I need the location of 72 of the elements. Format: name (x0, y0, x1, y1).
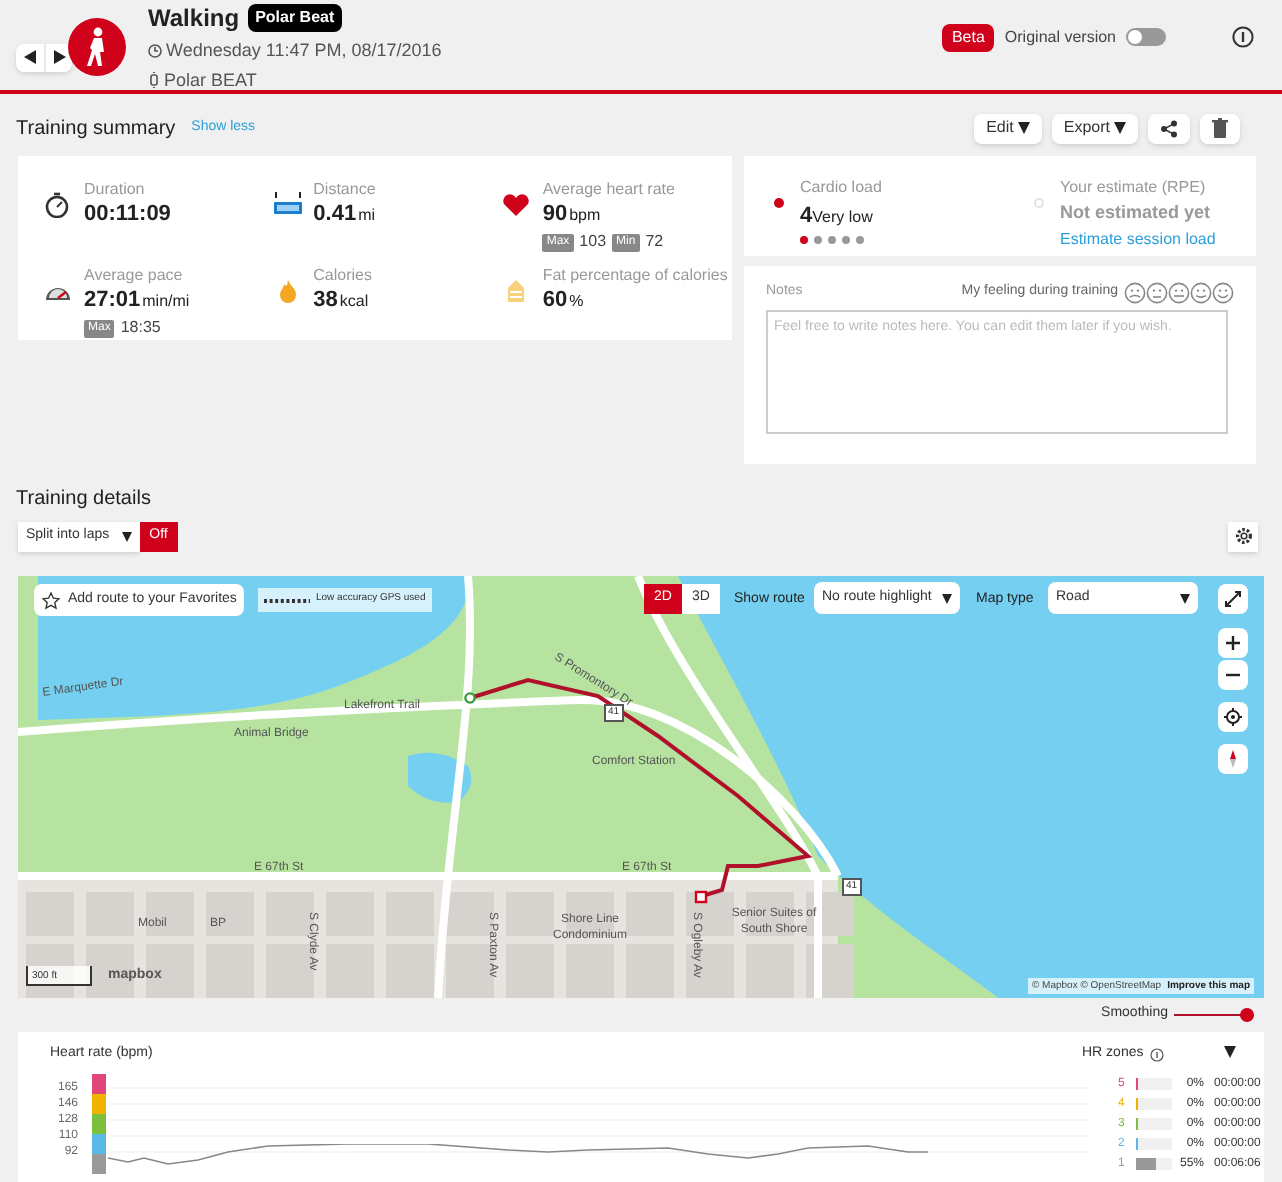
metric-value: 00:11:09 (84, 200, 171, 228)
status-dot (774, 198, 784, 208)
metric-label: Average pace (84, 266, 185, 286)
metric-label: Fat percentage of calories (542, 266, 728, 286)
dropdown-button[interactable]: Export (1051, 113, 1138, 143)
face-icon[interactable] (1168, 282, 1190, 304)
section-title: Training summary (16, 115, 176, 143)
settings-icon (1233, 526, 1253, 546)
share-icon (1160, 119, 1178, 137)
metric-value: 90bpm (542, 200, 603, 230)
toggle-switch[interactable] (1126, 28, 1166, 46)
caret-icon (121, 531, 132, 541)
smoothing-toggle[interactable] (1174, 1008, 1254, 1022)
caret-icon[interactable] (1224, 1046, 1236, 1058)
metric-value: 60% (542, 286, 586, 316)
caret-icon (1180, 593, 1190, 603)
metric-label: Cardio load (800, 176, 882, 200)
settings-button[interactable] (1228, 521, 1258, 551)
info-icon[interactable] (1149, 1047, 1164, 1062)
locate-button[interactable] (1218, 702, 1248, 732)
ruler-icon (273, 192, 302, 218)
right-arrow-icon (52, 50, 66, 64)
crosshair-icon (1224, 708, 1242, 726)
section-title: Training details (14, 486, 153, 514)
metric-label: Distance (313, 180, 376, 200)
device-badge: Polar Beat (247, 4, 343, 32)
stat-value: 103 (579, 230, 607, 254)
zoom-in-button[interactable] (1218, 628, 1248, 658)
metric-value: 27:01min/mi (84, 286, 190, 316)
metric-value: 0.41mi (313, 200, 376, 230)
stat-value: 18:35 (120, 316, 161, 340)
cardio-load-value: 4Very low (800, 202, 875, 232)
activity-title: Walking (148, 2, 240, 36)
beta-badge: Beta (941, 23, 995, 51)
dotted-line-icon (264, 597, 310, 603)
metric-label: Duration (84, 180, 147, 200)
zoom-out-button[interactable] (1218, 660, 1248, 690)
share-button[interactable] (1148, 113, 1190, 143)
heart-icon (502, 192, 531, 218)
info-icon[interactable] (1232, 26, 1254, 48)
face-icon[interactable] (1124, 282, 1146, 304)
device-name: Polar BEAT (164, 67, 257, 93)
expand-icon (1224, 590, 1242, 608)
star-icon (42, 591, 60, 609)
caret-icon (942, 593, 952, 603)
metric-label: Your estimate (RPE) (1060, 176, 1208, 200)
toggle-label: Original version (1004, 25, 1116, 49)
stat-value: 72 (645, 230, 664, 254)
caret-icon (1017, 122, 1030, 134)
face-icon[interactable] (1190, 282, 1212, 304)
compass-icon (1224, 750, 1242, 768)
left-arrow-icon (23, 50, 37, 64)
watch-icon (148, 72, 160, 89)
stopwatch-icon (44, 192, 72, 218)
fullscreen-button[interactable] (1218, 584, 1248, 614)
clock-icon (148, 44, 162, 59)
face-icon[interactable] (1212, 282, 1234, 304)
status-dot (1034, 198, 1044, 208)
trash-icon (1212, 118, 1228, 138)
compass-button[interactable] (1218, 744, 1248, 774)
delete-button[interactable] (1200, 113, 1240, 143)
face-icon[interactable] (1146, 282, 1168, 304)
end-marker-icon (694, 890, 708, 904)
rpe-value: Not estimated yet (1060, 200, 1213, 226)
plus-icon (1224, 634, 1242, 652)
start-marker-icon (464, 692, 476, 704)
metric-value: 38kcal (313, 286, 371, 316)
dropdown-button[interactable]: Edit (974, 113, 1042, 143)
metric-label: Calories (313, 266, 372, 286)
date-time: Wednesday 11:47 PM, 08/17/2016 (166, 38, 442, 64)
metric-label: Average heart rate (542, 180, 675, 200)
caret-icon (1114, 122, 1126, 134)
